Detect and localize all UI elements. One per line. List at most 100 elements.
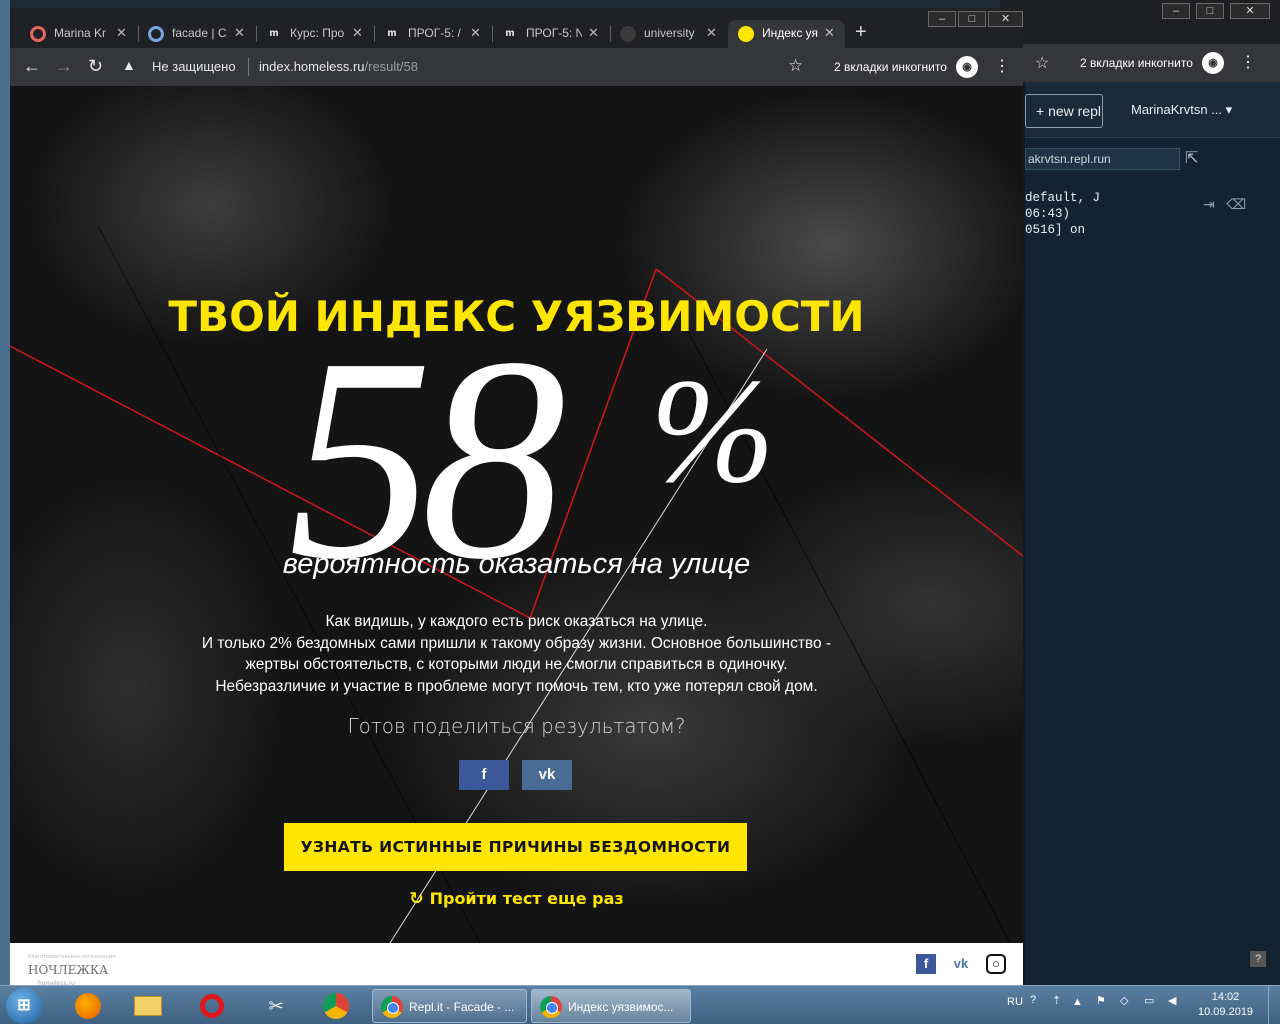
omnibox-divider <box>248 58 249 76</box>
moodle-icon: m <box>505 28 515 39</box>
browser-toolbar: ← → ↻ ▲ Не защищено index.homeless.ru/re… <box>10 48 1023 86</box>
warning-icon[interactable]: ▲ <box>122 57 136 73</box>
system-clock[interactable]: 14:02 10.09.2019 <box>1198 990 1253 1020</box>
tab-title: Индекс уя <box>762 26 818 40</box>
tab-6[interactable]: university ✕ <box>610 20 727 48</box>
repl-area: + new repl MarinaKrvtsn ... ▾ akrvtsn.re… <box>1025 82 1280 985</box>
tray-expand-icon[interactable]: ▲ <box>1072 996 1083 1008</box>
retry-label: Пройти тест еще раз <box>429 889 624 908</box>
close-tab-icon[interactable]: ✕ <box>352 25 363 41</box>
tab-title: university <box>644 26 695 40</box>
tab-title: ПРОГ-5: N <box>526 26 582 40</box>
share-vk-button[interactable]: vk <box>522 760 572 790</box>
tab-favicon-icon <box>30 26 46 42</box>
tab-5[interactable]: m ПРОГ-5: N ✕ <box>492 20 609 48</box>
start-button[interactable]: ⊞ <box>6 988 42 1024</box>
reload-icon[interactable]: ↻ <box>88 56 103 77</box>
learn-causes-button[interactable]: УЗНАТЬ ИСТИННЫЕ ПРИЧИНЫ БЕЗДОМНОСТИ <box>284 823 747 871</box>
dropbox-icon[interactable]: ◇ <box>1120 994 1128 1007</box>
new-repl-button[interactable]: + new repl <box>1025 94 1103 128</box>
action-center-icon[interactable]: ⚑ <box>1096 994 1106 1007</box>
page-content: ТВОЙ ИНДЕКС УЯЗВИМОСТИ 58 % вероятность … <box>10 86 1023 943</box>
new-tab-icon[interactable]: + <box>855 21 867 44</box>
tab-1[interactable]: Marina Kr ✕ <box>20 20 137 48</box>
moodle-icon: m <box>269 28 279 39</box>
run-icon[interactable]: ⇥ <box>1203 196 1215 212</box>
taskbar-item-replit[interactable]: Repl.it - Facade - ... <box>372 989 527 1023</box>
background-toolbar: ☆ 2 вкладки инкогнито ◉ ⋮ <box>1000 44 1280 82</box>
percent-sign: % <box>650 348 775 514</box>
external-link-icon[interactable]: ⇱ <box>1185 148 1198 168</box>
tab-title: ПРОГ-5: / <box>408 26 461 40</box>
main-browser-window: Marina Kr ✕ facade | C ✕ m Курс: Про ✕ m… <box>10 8 1023 987</box>
close-button[interactable]: ✕ <box>1230 3 1270 19</box>
minimize-button[interactable]: – <box>928 11 956 27</box>
page-footer: благотворительная организация НОЧЛЕЖКА h… <box>10 943 1023 987</box>
chrome-icon[interactable] <box>316 990 356 1022</box>
share-facebook-button[interactable]: f <box>459 760 509 790</box>
maximize-button[interactable]: □ <box>958 11 986 27</box>
display-icon[interactable]: ▭ <box>1144 994 1154 1007</box>
bookmark-star-icon[interactable]: ☆ <box>1035 53 1049 73</box>
logo-text: НОЧЛЕЖКА <box>28 963 109 977</box>
incognito-icon[interactable]: ◉ <box>1202 52 1224 74</box>
close-tab-icon[interactable]: ✕ <box>824 25 835 41</box>
incognito-icon[interactable]: ◉ <box>956 56 978 78</box>
close-button[interactable]: ✕ <box>988 11 1023 27</box>
help-icon[interactable]: ? <box>1250 951 1266 967</box>
description-line: И только 2% бездомных сами пришли к тако… <box>201 634 832 652</box>
menu-icon[interactable]: ⋮ <box>994 56 1010 76</box>
maximize-button[interactable]: □ <box>1196 3 1224 19</box>
opera-icon[interactable] <box>192 990 232 1022</box>
tab-4[interactable]: m ПРОГ-5: / ✕ <box>374 20 491 48</box>
clock-time: 14:02 <box>1211 991 1240 1003</box>
tab-title: facade | C <box>172 26 227 40</box>
snipping-tool-icon[interactable]: ✂ <box>256 990 296 1022</box>
console-line: 06:43) <box>1025 207 1071 221</box>
close-tab-icon[interactable]: ✕ <box>706 25 717 41</box>
forward-icon[interactable]: → <box>55 56 73 77</box>
windows-taskbar: ⊞ ✂ Repl.it - Facade - ... Индекс уязвим… <box>0 985 1280 1024</box>
tab-7-active[interactable]: Индекс уя ✕ <box>728 20 845 48</box>
repl-url-field[interactable]: akrvtsn.repl.run <box>1025 148 1180 170</box>
user-menu[interactable]: MarinaKrvtsn ... ▾ <box>1131 102 1232 118</box>
help-icon[interactable]: ? <box>1030 994 1036 1006</box>
taskbar-item-index[interactable]: Индекс уязвимос... <box>531 989 691 1023</box>
address-bar[interactable]: index.homeless.ru/result/58 <box>259 59 418 74</box>
language-indicator[interactable]: RU <box>1007 996 1023 1008</box>
description-line: жертвы обстоятельств, с которыми люди не… <box>245 656 788 673</box>
firefox-icon[interactable] <box>68 990 108 1022</box>
result-description: Как видишь, у каждого есть риск оказатьс… <box>10 611 1023 697</box>
taskbar-item-label: Repl.it - Facade - ... <box>409 1000 515 1014</box>
url-host: index.homeless.ru <box>259 59 365 74</box>
instagram-icon[interactable]: ○ <box>986 954 1006 974</box>
tab-favicon-icon <box>148 26 164 42</box>
close-tab-icon[interactable]: ✕ <box>234 25 245 41</box>
facebook-icon: f <box>481 766 487 783</box>
back-icon[interactable]: ← <box>23 56 41 77</box>
share-question: Готов поделиться результатом? <box>347 714 686 738</box>
close-tab-icon[interactable]: ✕ <box>588 25 599 41</box>
close-tab-icon[interactable]: ✕ <box>116 25 127 41</box>
minimize-button[interactable]: – <box>1162 3 1190 19</box>
explorer-icon[interactable] <box>128 990 168 1022</box>
volume-icon[interactable]: ◀ <box>1168 994 1176 1007</box>
refresh-icon: ↻ <box>409 889 424 909</box>
close-tab-icon[interactable]: ✕ <box>470 25 481 41</box>
not-secure-label[interactable]: Не защищено <box>152 59 236 74</box>
bookmark-star-icon[interactable]: ☆ <box>788 56 803 76</box>
url-path: /result/58 <box>364 59 418 74</box>
retry-test-link[interactable]: ↻ Пройти тест еще раз <box>10 889 1023 909</box>
chrome-icon <box>540 996 562 1018</box>
menu-icon[interactable]: ⋮ <box>1240 52 1256 72</box>
tab-2[interactable]: facade | C ✕ <box>138 20 255 48</box>
console-line: default, J <box>1025 191 1101 205</box>
show-desktop-button[interactable] <box>1268 986 1280 1024</box>
vk-icon[interactable]: vk <box>951 954 971 974</box>
network-icon[interactable]: ⇡ <box>1052 994 1061 1007</box>
tab-3[interactable]: m Курс: Про ✕ <box>256 20 373 48</box>
background-browser-window[interactable]: – □ ✕ ☆ 2 вкладки инкогнито ◉ ⋮ + new re… <box>1000 0 1280 985</box>
background-titlebar: – □ ✕ <box>1000 0 1280 44</box>
clear-icon[interactable]: ⌫ <box>1226 196 1246 212</box>
facebook-icon[interactable]: f <box>916 954 936 974</box>
